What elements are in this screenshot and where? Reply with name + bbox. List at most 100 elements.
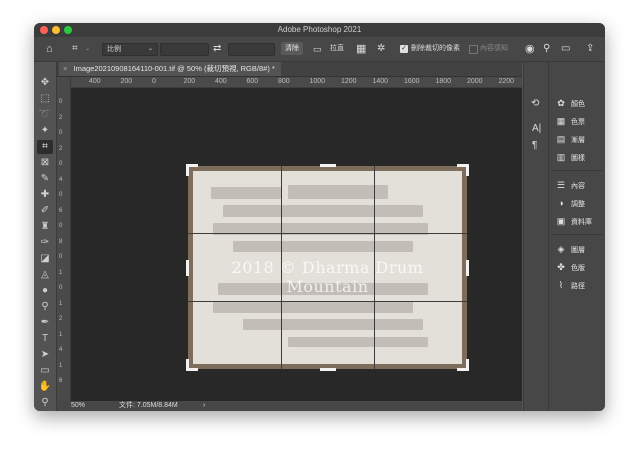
crop-tool-icon[interactable]: ⌗ xyxy=(37,140,53,154)
crop-preset-chevron-icon[interactable]: ⌄ xyxy=(85,43,90,55)
share-icon[interactable]: ⇪ xyxy=(586,43,594,55)
ratio-dropdown[interactable]: 比例 ⌄ xyxy=(102,43,158,56)
crop-handle-bottom-right[interactable] xyxy=(466,359,469,371)
panel-tab-gradient[interactable]: ▤ 漸層 xyxy=(555,132,585,146)
paint-bucket-tool-icon[interactable]: ◬ xyxy=(37,268,53,282)
vertical-ruler[interactable]: 0 2 0 2 0 4 0 6 0 8 0 1 0 1 2 1 4 1 6 xyxy=(57,77,71,401)
panel-tab-paths[interactable]: ⌇ 路徑 xyxy=(555,278,585,292)
panel-tab-adjustments[interactable]: ◑ 調整 xyxy=(555,196,585,210)
search-icon[interactable]: ⚲ xyxy=(543,43,550,55)
path-selection-tool-icon[interactable]: ➤ xyxy=(37,348,53,362)
magic-wand-tool-icon[interactable]: ✦ xyxy=(37,124,53,138)
ruler-tick-label: 2200 xyxy=(498,78,515,85)
ruler-tick-label: 0 xyxy=(152,78,156,85)
close-tab-icon[interactable]: × xyxy=(63,64,67,73)
ruler-tick-label: 1 xyxy=(59,331,63,338)
canvas-area[interactable]: 2018 © Dharma Drum Mountain xyxy=(71,88,522,401)
zoom-window-button[interactable] xyxy=(64,26,72,34)
ruler-tick-label: 2 xyxy=(59,114,63,121)
tools-panel: ✥ ⬚ ➰ ✦ ⌗ ⊠ ✎ ✚ ✐ ♜ ✑ ◪ ◬ ● ⚲ ✒ T ➤ ▭ ✋ ⚲ xyxy=(34,62,57,411)
pen-tool-icon[interactable]: ✒ xyxy=(37,316,53,330)
history-brush-tool-icon[interactable]: ✑ xyxy=(37,236,53,250)
overlay-grid-icon[interactable]: ▦ xyxy=(356,43,366,55)
crop-handle-top-left[interactable] xyxy=(186,164,189,176)
crop-handle-right[interactable] xyxy=(466,260,469,276)
ruler-tick-label: 0 xyxy=(59,192,63,198)
cloud-docs-icon[interactable]: ◉ xyxy=(525,43,535,55)
clear-button[interactable]: 清除 xyxy=(281,42,303,55)
brush-tool-icon[interactable]: ✐ xyxy=(37,204,53,218)
lasso-tool-icon[interactable]: ➰ xyxy=(37,108,53,122)
paragraph-panel-icon[interactable]: ¶ xyxy=(532,140,537,151)
history-panel-icon[interactable]: ⟲ xyxy=(531,98,539,109)
panel-tab-properties[interactable]: ☰ 內容 xyxy=(555,178,585,192)
panel-tab-patterns[interactable]: ▥ 圖樣 xyxy=(555,150,585,164)
dodge-tool-icon[interactable]: ⚲ xyxy=(37,300,53,314)
ruler-tick-label: 1000 xyxy=(309,78,326,85)
panel-tab-label: 色版 xyxy=(571,265,585,272)
ruler-tick-label: 0 xyxy=(59,99,63,105)
panel-tab-channels[interactable]: ✤ 色版 xyxy=(555,260,585,274)
straighten-icon[interactable]: ▭ xyxy=(313,43,322,55)
healing-brush-tool-icon[interactable]: ✚ xyxy=(37,188,53,202)
crop-handle-bottom[interactable] xyxy=(320,368,336,371)
options-bar: ⌂ ⌗ ⌄ 比例 ⌄ ⇄ 清除 ▭ 拉直 ▦ ✲ ✓ 刪除裁切的像素 內容感知 … xyxy=(34,37,605,62)
straighten-button[interactable]: 拉直 xyxy=(330,43,344,55)
character-panel-icon[interactable]: A| xyxy=(532,123,541,134)
status-expand-icon[interactable]: › xyxy=(203,401,205,411)
type-tool-icon[interactable]: T xyxy=(37,332,53,346)
clone-stamp-tool-icon[interactable]: ♜ xyxy=(37,220,53,234)
crop-handle-left[interactable] xyxy=(186,260,189,276)
panel-tab-palette[interactable]: ✿ 顏色 xyxy=(555,96,585,110)
blurred-text-block xyxy=(288,185,388,199)
zoom-tool-icon[interactable]: ⚲ xyxy=(37,396,53,410)
photoshop-window: Adobe Photoshop 2021 ⌂ ⌗ ⌄ 比例 ⌄ ⇄ 清除 ▭ 拉… xyxy=(34,23,605,411)
panel-tab-layers[interactable]: ◈ 圖層 xyxy=(555,242,585,256)
document-tab[interactable]: × Image20210908164110-001.tif @ 50% (裁切預… xyxy=(59,62,281,76)
ruler-tick-label: 2 xyxy=(59,145,63,152)
settings-gear-icon[interactable]: ✲ xyxy=(377,43,385,55)
crop-grid-line xyxy=(188,301,467,302)
ruler-tick-label: 1 xyxy=(59,269,63,276)
close-window-button[interactable] xyxy=(40,26,48,34)
panel-tab-libraries[interactable]: ▣ 資料庫 xyxy=(555,214,592,228)
rectangle-tool-icon[interactable]: ▭ xyxy=(37,364,53,378)
ruler-tick-label: 6 xyxy=(59,207,63,214)
panel-tab-label: 漸層 xyxy=(571,137,585,144)
crop-handle-bottom-left[interactable] xyxy=(186,359,189,371)
paths-icon: ⌇ xyxy=(558,280,564,290)
swap-ratio-icon[interactable]: ⇄ xyxy=(213,43,221,55)
ruler-tick-label: 200 xyxy=(183,78,196,85)
horizontal-ruler[interactable]: 400 200 0 200 400 600 800 1000 1200 1400 1600 1800 2… xyxy=(71,77,522,88)
crop-preset-icon[interactable]: ⌗ xyxy=(72,43,78,55)
properties-icon: ☰ xyxy=(556,180,566,190)
eraser-tool-icon[interactable]: ◪ xyxy=(37,252,53,266)
marquee-tool-icon[interactable]: ⬚ xyxy=(37,92,53,106)
blurred-text-block xyxy=(213,301,413,313)
content-aware-checkbox[interactable] xyxy=(469,45,478,54)
hand-tool-icon[interactable]: ✋ xyxy=(37,380,53,394)
ruler-tick-label: 0 xyxy=(59,285,63,291)
eyedropper-tool-icon[interactable]: ✎ xyxy=(37,172,53,186)
crop-preview-image[interactable]: 2018 © Dharma Drum Mountain xyxy=(186,164,469,371)
gradient-icon: ▤ xyxy=(556,134,566,144)
delete-cropped-checkbox[interactable]: ✓ xyxy=(400,45,408,53)
move-tool-icon[interactable]: ✥ xyxy=(37,76,53,90)
blur-tool-icon[interactable]: ● xyxy=(37,284,53,298)
minimize-window-button[interactable] xyxy=(52,26,60,34)
crop-handle-top-right[interactable] xyxy=(466,164,469,176)
channels-icon: ✤ xyxy=(557,262,565,272)
frame-tool-icon[interactable]: ⊠ xyxy=(37,156,53,170)
height-ratio-input[interactable] xyxy=(228,43,275,56)
ruler-tick-label: 1800 xyxy=(435,78,452,85)
workspace-icon[interactable]: ▭ xyxy=(561,43,570,55)
panel-tab-swatches[interactable]: ▦ 色票 xyxy=(555,114,585,128)
zoom-level[interactable]: 50% xyxy=(71,401,85,411)
panel-tab-label: 路徑 xyxy=(571,283,585,290)
ruler-tick-label: 200 xyxy=(120,78,133,85)
home-icon[interactable]: ⌂ xyxy=(46,43,53,55)
crop-handle-top[interactable] xyxy=(320,164,336,167)
patterns-icon: ▥ xyxy=(556,152,566,162)
width-ratio-input[interactable] xyxy=(160,43,209,56)
ruler-tick-label: 6 xyxy=(59,378,63,384)
